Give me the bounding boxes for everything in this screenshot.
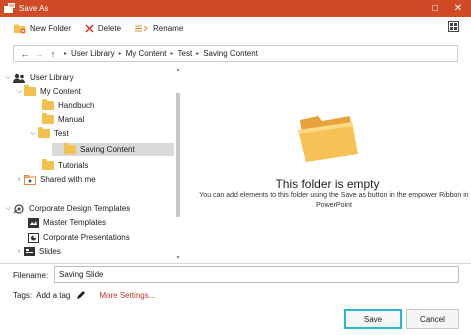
new-folder-label: New Folder (30, 23, 71, 33)
shared-folder-icon (24, 174, 36, 185)
tree-item-test[interactable]: ⌵ Test (28, 127, 69, 140)
breadcrumb-item[interactable]: User Library (71, 49, 115, 58)
delete-label: Delete (97, 23, 122, 33)
empty-state-title: This folder is empty (275, 177, 380, 191)
breadcrumb-separator-icon: ▸ (118, 51, 122, 57)
folder-icon (24, 85, 36, 96)
rename-button[interactable]: Rename (135, 20, 183, 36)
chevron-right-icon[interactable]: › (14, 176, 24, 183)
tree-item-label: Slides (39, 247, 61, 256)
breadcrumb-item[interactable]: Saving Content (203, 49, 258, 58)
empty-folder-icon (294, 110, 362, 164)
tree-item-label: Test (54, 129, 69, 138)
folder-icon (42, 99, 54, 110)
toolbar: New Folder Delete Rename (0, 17, 471, 39)
user-library-icon (13, 73, 26, 83)
tree-item-label: Manual (58, 115, 85, 124)
navigation-bar: ← → ↑ ▸ User Library ▸ My Content ▸ Test… (13, 45, 458, 62)
tree-item-label: Handbuch (58, 101, 95, 110)
maximize-button[interactable]: □ (425, 0, 445, 17)
breadcrumb-separator-icon: ▸ (170, 51, 174, 57)
tree-item-corporate-design-templates[interactable]: ⌵ Corporate Design Templates (3, 202, 130, 215)
tree-item-label: Corporate Presentations (43, 233, 130, 242)
folder-tree: ⌵ User Library ⌵ My Content Handbuch Man… (0, 66, 183, 263)
tree-item-label: Saving Content (80, 145, 135, 154)
tags-row: Tags: Add a tag More Settings... (13, 289, 155, 301)
save-button[interactable]: Save (344, 309, 402, 329)
pencil-icon[interactable] (76, 290, 86, 300)
chevron-down-icon[interactable]: ⌵ (3, 74, 13, 82)
scroll-down-icon[interactable]: ▾ (175, 254, 181, 261)
app-icon (4, 3, 15, 14)
cancel-button[interactable]: Cancel (406, 309, 459, 329)
tree-item-shared-with-me[interactable]: › Shared with me (14, 173, 96, 186)
filename-input[interactable] (54, 266, 459, 283)
chevron-down-icon[interactable]: ⌵ (28, 130, 38, 138)
divider (0, 263, 471, 264)
tree-item-corporate-presentations[interactable]: Corporate Presentations (28, 231, 130, 244)
title-bar: Save As □ ✕ (0, 0, 471, 17)
close-button[interactable]: ✕ (448, 0, 468, 17)
forward-arrow-icon[interactable]: → (32, 49, 46, 59)
content-panel: This folder is empty You can add element… (184, 66, 471, 263)
scroll-up-icon[interactable]: ▴ (175, 66, 181, 73)
rename-icon (135, 24, 149, 33)
scrollbar-thumb[interactable] (176, 93, 180, 217)
tree-item-manual[interactable]: Manual (42, 113, 84, 126)
more-settings-link[interactable]: More Settings... (99, 291, 155, 300)
breadcrumb-separator-icon: ▸ (196, 51, 200, 57)
tree-item-label: Corporate Design Templates (29, 204, 131, 213)
tags-label: Tags: (13, 290, 33, 300)
breadcrumb-item[interactable]: Test (178, 49, 193, 58)
tree-item-slides[interactable]: › Slides (14, 245, 61, 258)
rename-label: Rename (153, 23, 184, 33)
tree-item-my-content[interactable]: ⌵ My Content (14, 85, 81, 98)
tree-item-label: Master Templates (43, 218, 106, 227)
filename-label: Filename: (13, 271, 49, 280)
master-templates-icon (28, 217, 39, 228)
tree-item-master-templates[interactable]: Master Templates (28, 216, 106, 229)
tree-item-label: My Content (40, 87, 81, 96)
add-tag-link[interactable]: Add a tag (36, 291, 70, 300)
tree-item-user-library[interactable]: ⌵ User Library (3, 71, 74, 84)
empty-state-description: You can add elements to this folder usin… (199, 192, 469, 209)
tree-item-label: User Library (30, 73, 74, 82)
chevron-down-icon[interactable]: ⌵ (3, 205, 13, 213)
chevron-right-icon[interactable]: › (14, 248, 24, 255)
delete-button[interactable]: Delete (85, 20, 121, 36)
tree-item-label: Tutorials (58, 161, 89, 170)
new-folder-icon (14, 23, 26, 34)
new-folder-button[interactable]: New Folder (14, 20, 71, 36)
slides-icon (24, 247, 35, 256)
breadcrumb-separator-icon: ▸ (64, 51, 68, 57)
tree-item-saving-content[interactable]: Saving Content (52, 143, 174, 156)
back-arrow-icon[interactable]: ← (18, 49, 32, 59)
view-toggle-icon[interactable] (448, 21, 459, 32)
tree-scrollbar[interactable]: ▴ ▾ (175, 66, 181, 263)
folder-icon (42, 159, 54, 170)
up-arrow-icon[interactable]: ↑ (46, 49, 60, 59)
delete-icon (85, 23, 94, 33)
folder-icon (42, 113, 54, 124)
breadcrumb-item[interactable]: My Content (126, 49, 167, 58)
presentations-icon (28, 232, 39, 243)
corporate-icon (13, 203, 25, 214)
folder-icon (38, 127, 50, 138)
tree-item-label: Shared with me (40, 175, 96, 184)
tree-item-tutorials[interactable]: Tutorials (42, 159, 88, 172)
tree-item-handbuch[interactable]: Handbuch (42, 99, 94, 112)
window-title: Save As (19, 4, 49, 13)
folder-icon (64, 143, 76, 154)
chevron-down-icon[interactable]: ⌵ (14, 88, 24, 96)
